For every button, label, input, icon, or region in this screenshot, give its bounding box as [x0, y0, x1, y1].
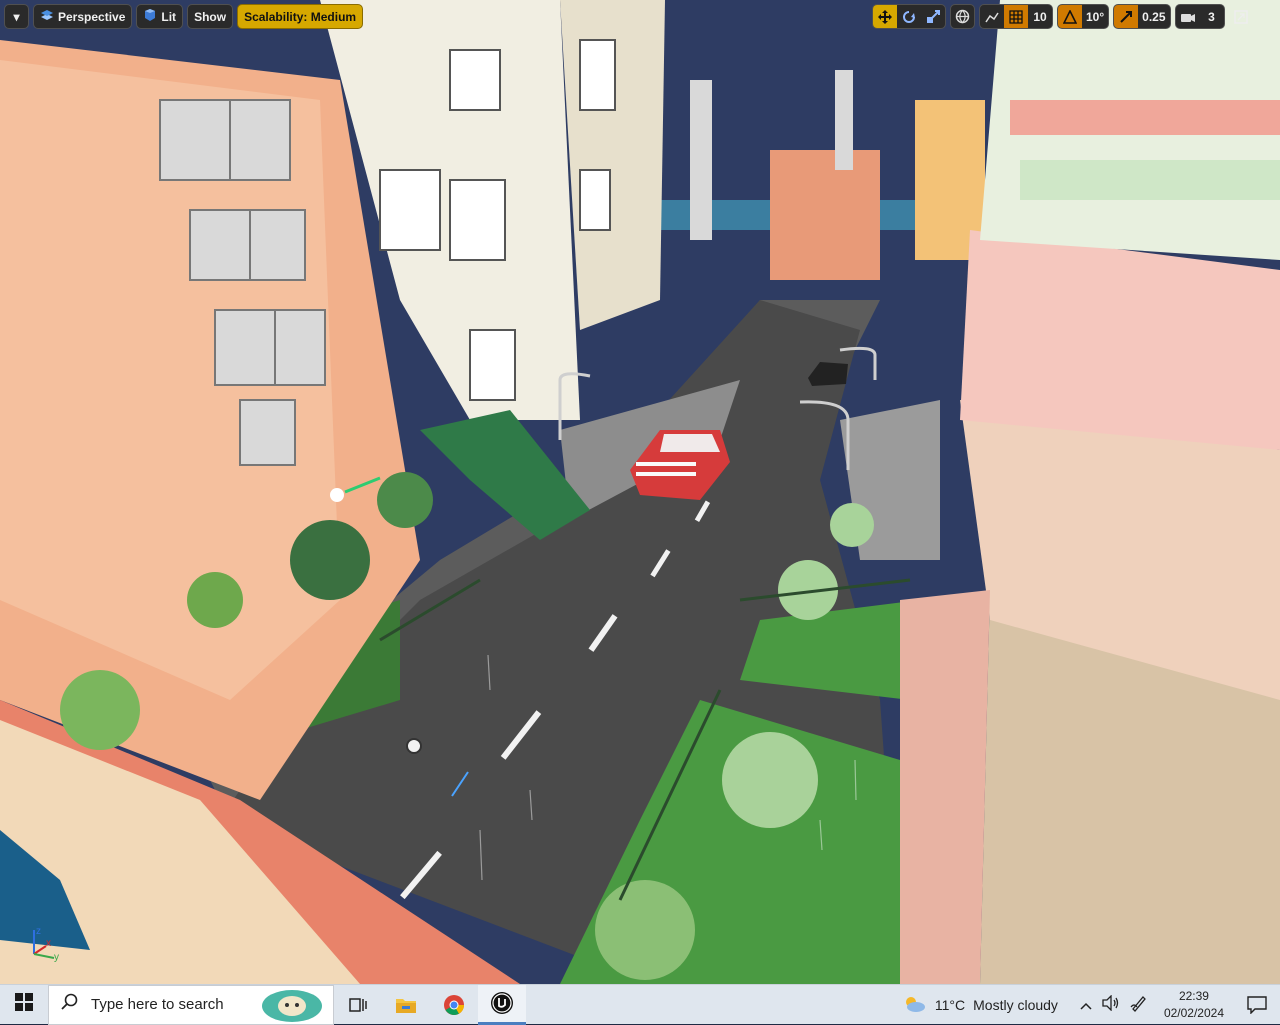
rotation-snap-value[interactable]: 10° [1082, 5, 1108, 28]
pen-ink-icon[interactable] [1130, 994, 1148, 1015]
axis-gizmo: z x y [33, 926, 59, 963]
show-label: Show [194, 9, 227, 24]
windows-taskbar: Type here to search 11°C Mostly cloudy 2… [0, 984, 1280, 1025]
weather-icon[interactable] [901, 993, 927, 1016]
camera-speed-group: 3 [1174, 4, 1225, 29]
search-icon [61, 993, 79, 1016]
system-tray: 11°C Mostly cloudy 22:39 02/02/2024 [901, 985, 1280, 1025]
scalability-label: Scalability: Medium [244, 9, 357, 24]
grid-snap-icon[interactable] [1004, 5, 1028, 28]
scene-render[interactable] [0, 0, 1280, 984]
search-placeholder: Type here to search [91, 996, 224, 1013]
windows-logo-icon [15, 993, 33, 1016]
camera-speed-value[interactable]: 3 [1200, 5, 1224, 28]
angle-snap-icon[interactable] [1058, 5, 1082, 28]
svg-text:z: z [36, 926, 41, 937]
lit-sphere-icon [143, 8, 157, 25]
chevron-down-icon: ▾ [13, 9, 20, 24]
start-button[interactable] [0, 985, 48, 1025]
surface-snap-icon[interactable] [980, 5, 1004, 28]
search-highlight-icon [257, 988, 327, 1024]
scale-icon[interactable] [921, 5, 945, 28]
view-mode-button[interactable]: Lit [136, 4, 184, 29]
clock-date: 02/02/2024 [1163, 1005, 1224, 1020]
scale-snap-group: 0.25 [1113, 4, 1171, 29]
clock[interactable]: 22:39 02/02/2024 [1154, 988, 1234, 1022]
viewport-menu-button[interactable]: ▾ [4, 4, 29, 29]
grid-snap-value[interactable]: 10 [1028, 5, 1052, 28]
taskbar-search-box[interactable]: Type here to search [48, 984, 334, 1025]
svg-text:y: y [54, 952, 59, 963]
scale-snap-value[interactable]: 0.25 [1138, 5, 1169, 28]
clock-time: 22:39 [1178, 988, 1209, 1003]
volume-icon[interactable] [1102, 994, 1120, 1014]
task-view-icon[interactable] [334, 985, 382, 1025]
translate-icon[interactable] [873, 5, 897, 28]
scale-snap-icon[interactable] [1114, 5, 1139, 28]
rotation-snap-group: 10° [1057, 4, 1110, 29]
show-button[interactable]: Show [187, 4, 234, 29]
camera-speed-icon[interactable] [1176, 5, 1200, 28]
unreal-engine-icon[interactable] [478, 984, 526, 1025]
chevron-up-icon[interactable] [1080, 997, 1092, 1013]
transform-tools-group [872, 4, 946, 29]
world-space-icon[interactable] [950, 4, 975, 29]
grid-snap-group: 10 [979, 4, 1053, 29]
level-viewport[interactable]: ▾ Perspective Lit Show Scalability: Medi… [0, 0, 1280, 984]
file-explorer-icon[interactable] [382, 985, 430, 1025]
perspective-button[interactable]: Perspective [33, 4, 133, 29]
perspective-cube-icon [40, 9, 54, 24]
lit-label: Lit [161, 9, 177, 24]
weather-temperature[interactable]: 11°C [935, 997, 965, 1013]
scalability-button[interactable]: Scalability: Medium [237, 4, 364, 29]
perspective-label: Perspective [58, 9, 126, 24]
chrome-icon[interactable] [430, 985, 478, 1025]
notifications-icon[interactable] [1234, 995, 1280, 1014]
svg-text:x: x [46, 938, 51, 949]
weather-description[interactable]: Mostly cloudy [973, 997, 1058, 1013]
rotate-icon[interactable] [897, 5, 921, 28]
maximize-icon[interactable] [1229, 4, 1254, 29]
